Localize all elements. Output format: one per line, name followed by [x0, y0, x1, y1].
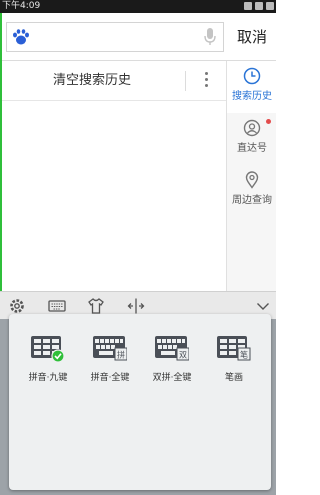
baidu-paw-icon: [13, 29, 29, 45]
status-time: 下午4:09: [2, 1, 41, 11]
tab-nearby-label: 周边查询: [232, 195, 272, 206]
history-header: 清空搜索历史: [2, 61, 226, 101]
clock-icon: [243, 67, 261, 85]
search-input[interactable]: [37, 26, 197, 48]
layout-stroke[interactable]: 笔 笔画: [205, 336, 263, 396]
notification-badge: [266, 119, 271, 124]
keyboard-icon[interactable]: [48, 297, 66, 315]
keyboard-full-icon: 拼: [93, 336, 127, 361]
cursor-move-icon[interactable]: [127, 297, 145, 315]
keyboard-full-icon: 双: [155, 336, 189, 361]
divider: [185, 71, 186, 91]
location-pin-icon: [245, 171, 259, 189]
tshirt-icon[interactable]: [87, 297, 105, 315]
tab-direct-account-label: 直达号: [237, 143, 267, 154]
more-options-icon[interactable]: [196, 69, 216, 93]
keyboard-9key-icon: [31, 336, 65, 362]
layout-label: 笔画: [224, 373, 243, 383]
layout-tag: 拼: [117, 350, 125, 360]
tab-nearby[interactable]: 周边查询: [227, 165, 277, 217]
gear-icon[interactable]: [8, 297, 26, 315]
microphone-icon[interactable]: [203, 27, 217, 47]
layout-shuangpin-full[interactable]: 双 双拼·全键: [143, 336, 201, 396]
status-bar: 下午4:09: [0, 0, 276, 13]
tab-search-history-label: 搜索历史: [232, 91, 272, 102]
user-icon: [243, 119, 261, 137]
tab-direct-account[interactable]: 直达号: [227, 113, 277, 165]
search-bar: 取消: [2, 13, 276, 61]
cancel-button[interactable]: 取消: [230, 22, 274, 52]
side-panel: 搜索历史 直达号 周边查询: [226, 61, 277, 291]
keyboard-layout-popup: 拼音·九键 拼 拼音·全键 双 双拼·全键 笔 笔画: [9, 314, 271, 490]
tab-search-history[interactable]: 搜索历史: [227, 61, 277, 113]
layout-pinyin-full[interactable]: 拼 拼音·全键: [81, 336, 139, 396]
layout-label: 拼音·全键: [90, 373, 130, 383]
layout-tag: 双: [179, 351, 187, 360]
clear-history-button[interactable]: 清空搜索历史: [2, 61, 182, 101]
layout-label: 双拼·全键: [152, 373, 192, 383]
layout-pinyin-9key[interactable]: 拼音·九键: [19, 336, 77, 396]
search-box[interactable]: [6, 22, 224, 52]
status-icons: [244, 2, 274, 10]
keyboard-stroke-icon: 笔: [217, 336, 251, 361]
layout-tag: 笔: [240, 350, 248, 360]
chevron-down-icon[interactable]: [254, 297, 272, 315]
layout-label: 拼音·九键: [28, 373, 68, 383]
